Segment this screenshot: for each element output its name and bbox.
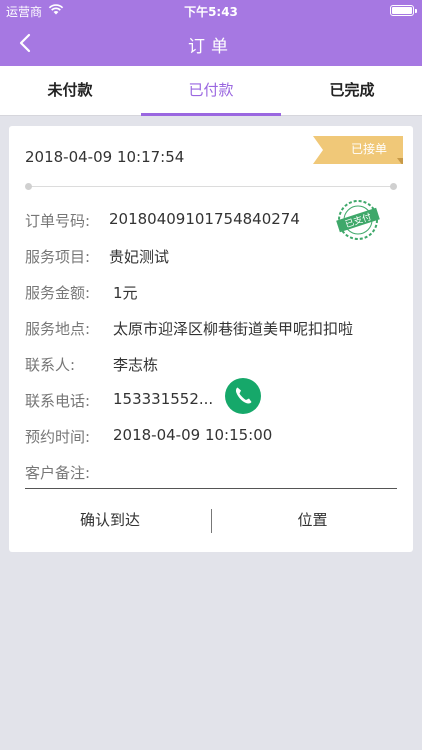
divider-dot bbox=[25, 183, 32, 190]
status-bar: 运营商 下午5:43 bbox=[0, 0, 422, 20]
order-datetime: 2018-04-09 10:17:54 bbox=[25, 148, 185, 166]
order-card: 2018-04-09 10:17:54 已接单 已支付 订单号码: 201804… bbox=[9, 126, 413, 552]
status-badge: 已接单 bbox=[350, 142, 387, 156]
service-item-row: 服务项目: 贵妃测试 bbox=[25, 246, 169, 267]
page-title: 订单 bbox=[188, 37, 234, 57]
paid-stamp-text: 已支付 bbox=[343, 211, 372, 231]
contact-row: 联系人: 李志栋 bbox=[25, 354, 158, 375]
order-number-row: 订单号码: 20180409101754840274 bbox=[25, 210, 300, 231]
field-label: 服务地点: bbox=[25, 320, 91, 338]
tab-label: 已完成 bbox=[329, 81, 375, 99]
service-item-value: 贵妃测试 bbox=[109, 248, 170, 266]
location-button[interactable]: 位置 bbox=[212, 502, 413, 538]
field-label: 预约时间: bbox=[25, 428, 91, 446]
nav-bar: 订单 bbox=[0, 20, 422, 66]
order-tabs: 未付款 已付款 已完成 bbox=[0, 66, 422, 116]
field-label: 服务金额: bbox=[25, 284, 91, 302]
service-amount-row: 服务金额: 1元 bbox=[25, 282, 138, 303]
field-label: 服务项目: bbox=[25, 248, 91, 266]
phone-row: 联系电话: 153331552... bbox=[25, 390, 213, 411]
tab-paid[interactable]: 已付款 bbox=[141, 66, 281, 116]
battery-icon bbox=[390, 5, 417, 16]
field-label: 联系人: bbox=[25, 356, 76, 374]
paid-stamp-icon: 已支付 bbox=[336, 200, 380, 240]
customer-notes-row: 客户备注: bbox=[25, 462, 90, 483]
service-location-value: 太原市迎泽区柳巷街道美甲呢扣扣啦 bbox=[113, 320, 354, 338]
divider bbox=[27, 186, 395, 187]
service-amount-value: 1元 bbox=[113, 284, 138, 302]
phone-value: 153331552... bbox=[113, 390, 214, 408]
confirm-arrival-button[interactable]: 确认到达 bbox=[9, 502, 211, 538]
order-number-value: 20180409101754840274 bbox=[109, 210, 300, 228]
appointment-row: 预约时间: 2018-04-09 10:15:00 bbox=[25, 426, 272, 447]
field-label: 联系电话: bbox=[25, 392, 91, 410]
tab-label: 未付款 bbox=[47, 81, 93, 99]
call-button[interactable] bbox=[225, 378, 261, 414]
contact-value: 李志栋 bbox=[113, 356, 159, 374]
active-tab-indicator bbox=[141, 113, 281, 116]
tab-label: 已付款 bbox=[188, 81, 234, 99]
tab-completed[interactable]: 已完成 bbox=[282, 66, 422, 116]
field-label: 客户备注: bbox=[25, 464, 91, 482]
appointment-value: 2018-04-09 10:15:00 bbox=[113, 426, 273, 444]
tab-unpaid[interactable]: 未付款 bbox=[0, 66, 140, 116]
status-time: 下午5:43 bbox=[184, 5, 238, 19]
notes-underline bbox=[25, 488, 397, 489]
phone-icon bbox=[235, 387, 252, 404]
divider-dot bbox=[390, 183, 397, 190]
field-label: 订单号码: bbox=[25, 212, 91, 230]
service-location-row: 服务地点: 太原市迎泽区柳巷街道美甲呢扣扣啦 bbox=[25, 318, 353, 339]
order-actions: 确认到达 位置 bbox=[9, 502, 413, 538]
